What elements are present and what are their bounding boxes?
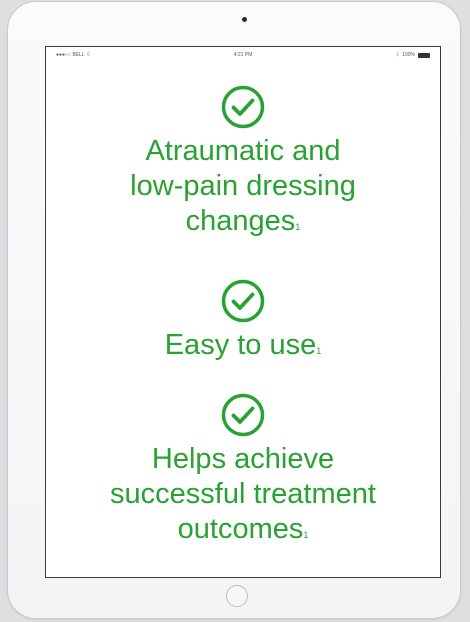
footnote-marker: 1 [303, 530, 309, 540]
footnote-marker: 1 [295, 222, 301, 232]
battery-percent: 100% [402, 52, 415, 58]
benefit-line-text: changes [185, 205, 296, 237]
benefit-item-easy-to-use: Easy to use1 [46, 279, 440, 363]
checkmark-circle-icon [221, 279, 265, 323]
benefit-item-outcomes: Helps achieve successful treatment outco… [46, 393, 440, 547]
status-bar: ●●●○○ BELL ⌔ 4:21 PM ᛒ 100% [46, 47, 440, 59]
benefit-line: low-pain dressing [130, 170, 356, 202]
status-right: ᛒ 100% [396, 52, 430, 58]
home-button[interactable] [226, 585, 248, 607]
tablet-screen: ●●●○○ BELL ⌔ 4:21 PM ᛒ 100% Atraumatic a… [45, 46, 441, 578]
benefit-line-text: Easy to use [164, 329, 317, 361]
footnote-marker: 1 [316, 346, 322, 356]
benefit-item-atraumatic: Atraumatic and low-pain dressing changes… [46, 85, 440, 239]
benefit-text: Atraumatic and low-pain dressing changes… [46, 134, 440, 239]
battery-icon [418, 52, 430, 58]
benefit-line: changes1 [46, 204, 440, 239]
benefit-line: Helps achieve [151, 443, 335, 475]
benefit-line: Easy to use1 [46, 328, 440, 363]
bluetooth-icon: ᛒ [396, 52, 400, 58]
benefit-text: Easy to use1 [46, 328, 440, 363]
benefit-text: Helps achieve successful treatment outco… [46, 442, 440, 547]
tablet-device: ●●●○○ BELL ⌔ 4:21 PM ᛒ 100% Atraumatic a… [8, 2, 460, 618]
benefit-line: outcomes1 [46, 512, 440, 547]
benefit-line: Atraumatic and [145, 135, 341, 167]
benefit-line: successful treatment [110, 478, 376, 510]
checkmark-circle-icon [221, 85, 265, 129]
front-camera-icon [242, 17, 247, 22]
status-time: 4:21 PM [233, 52, 253, 58]
benefit-line-text: outcomes [177, 513, 304, 545]
checkmark-circle-icon [221, 393, 265, 437]
